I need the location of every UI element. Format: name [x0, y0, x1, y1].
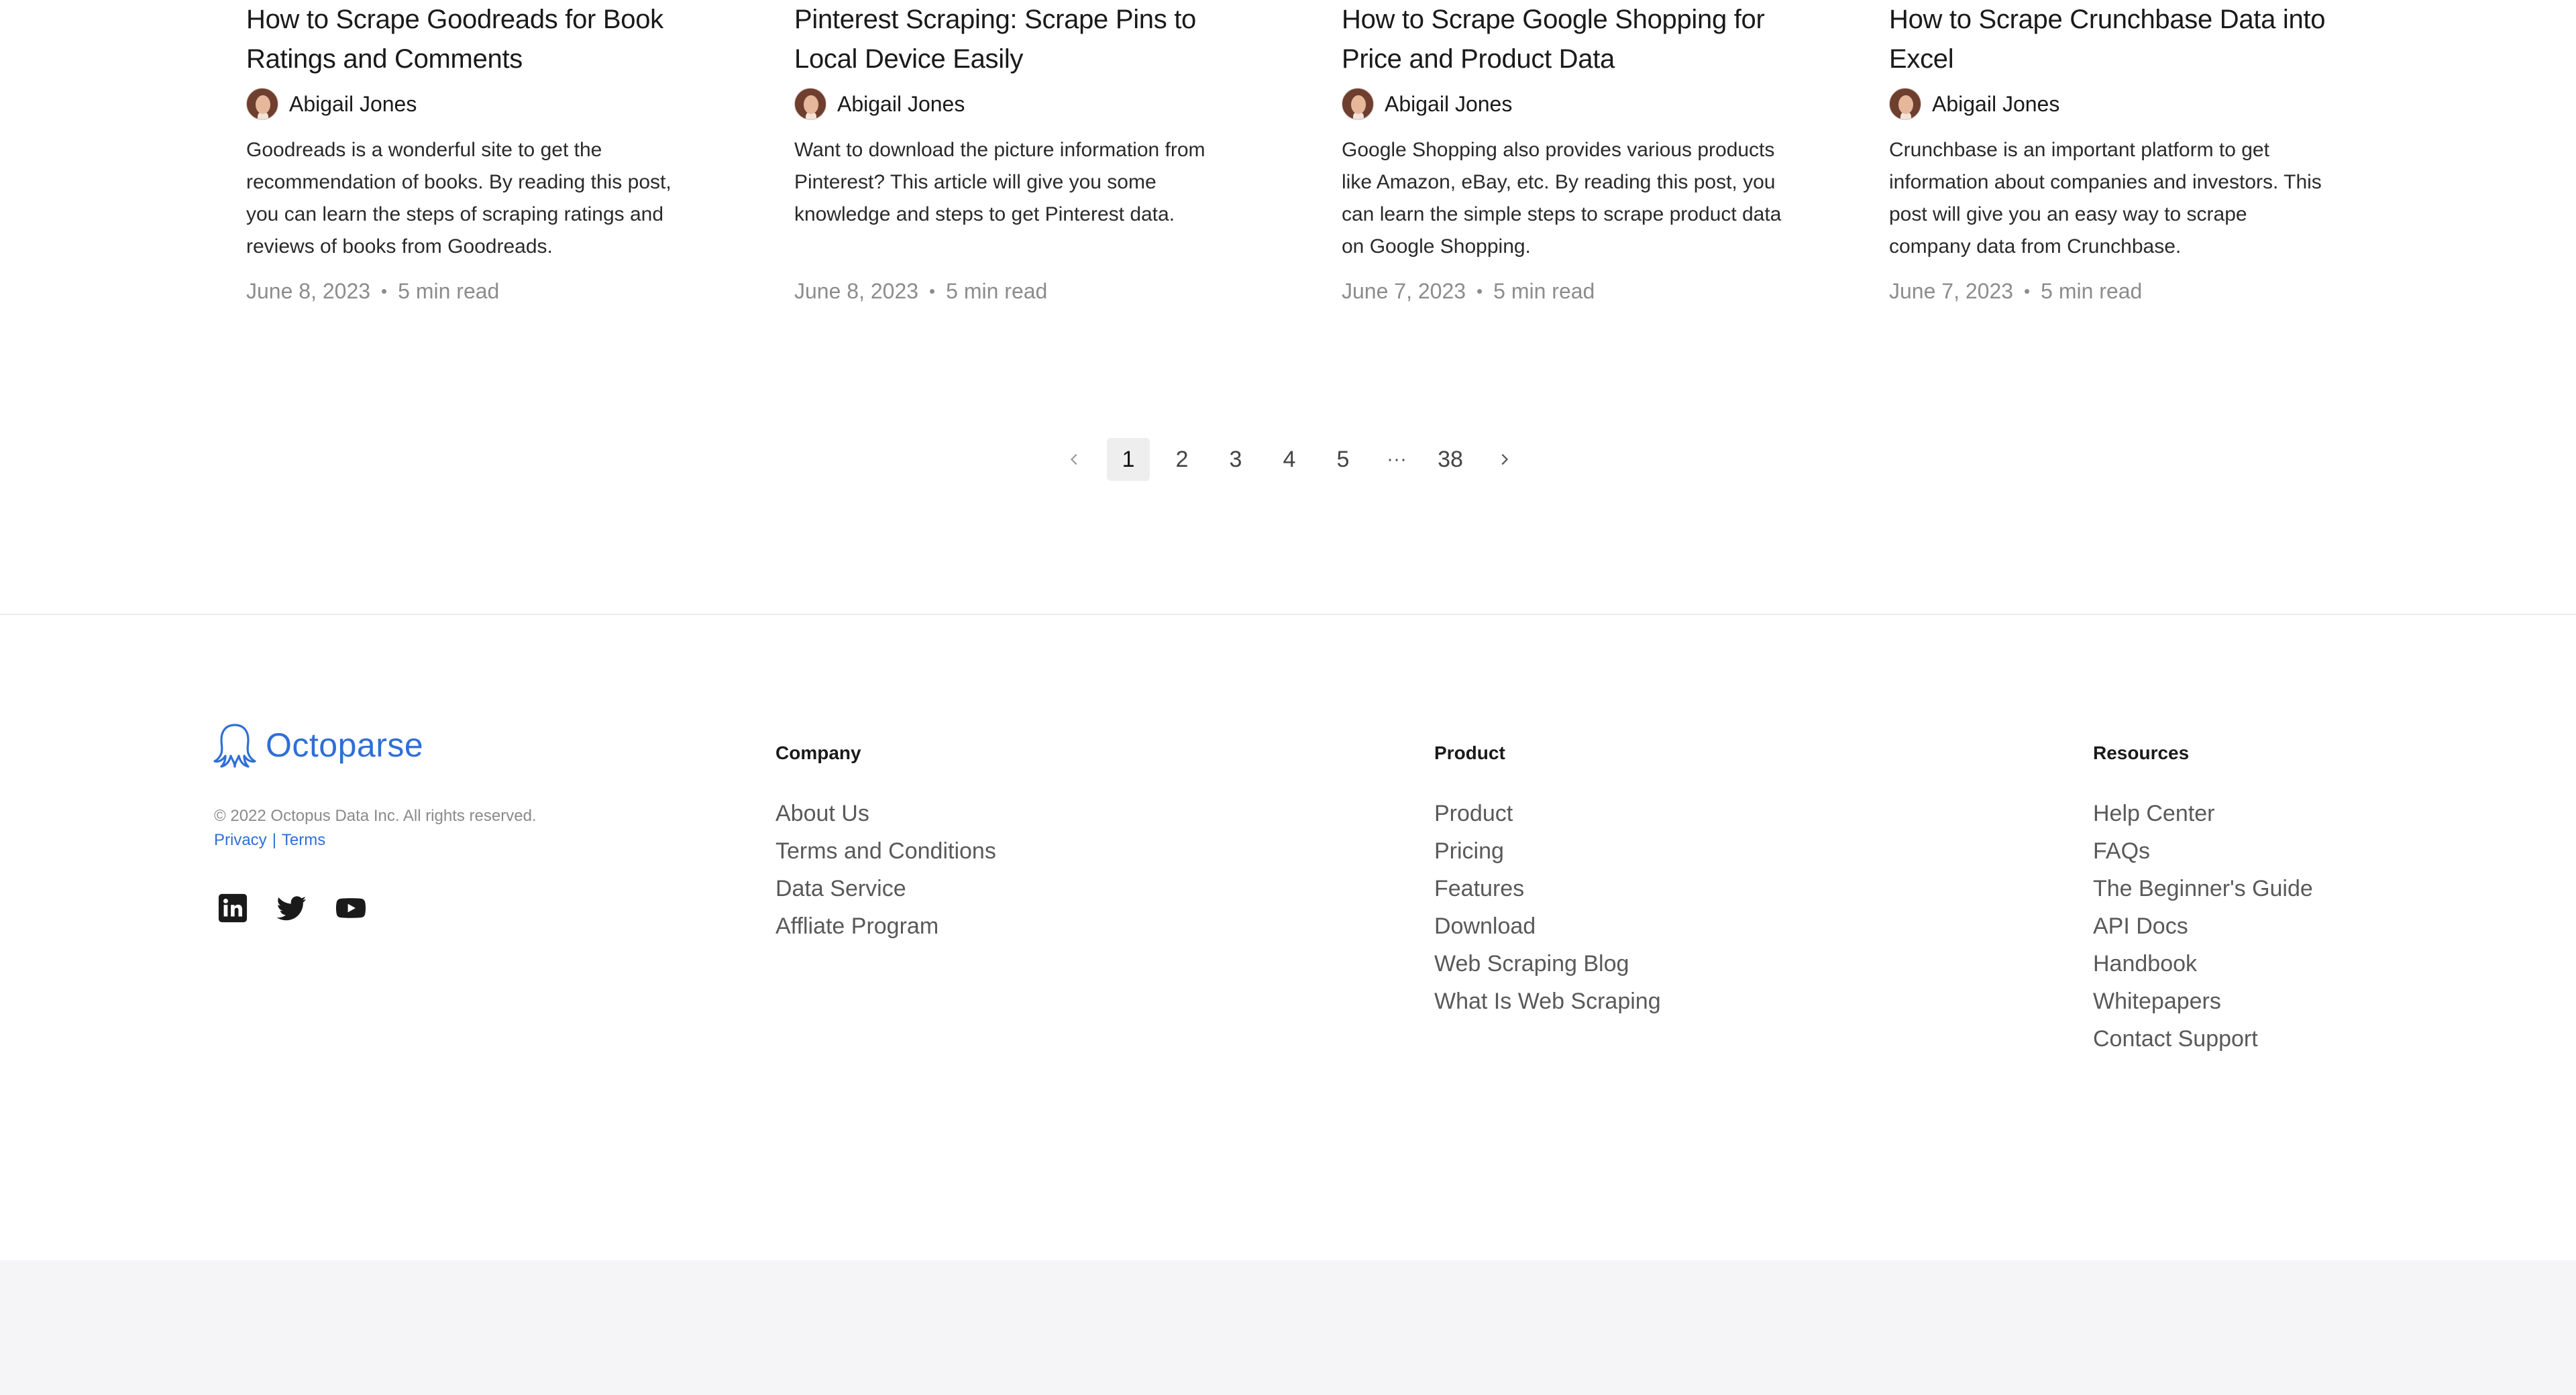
article-author: Abigail Jones [1889, 87, 2332, 121]
article-read-time: 5 min read [2041, 279, 2143, 303]
article-read-time: 5 min read [398, 279, 500, 303]
footer-column-resources: Resources Help Center FAQs The Beginner'… [2093, 742, 2313, 1064]
article-card[interactable]: How to Scrape Goodreads for Book Ratings… [246, 0, 689, 304]
meta-separator: • [1477, 281, 1483, 301]
column-heading: Company [775, 742, 861, 763]
author-avatar [1342, 88, 1374, 120]
author-avatar [794, 88, 826, 120]
page-ellipsis[interactable]: ··· [1375, 438, 1418, 481]
article-meta: June 7, 2023 • 5 min read [1889, 279, 2332, 304]
meta-separator: • [2024, 281, 2031, 301]
article-title[interactable]: How to Scrape Crunchbase Data into Excel [1889, 0, 2332, 79]
social-links [217, 893, 394, 924]
page-4-button[interactable]: 4 [1268, 438, 1311, 481]
copyright-text: © 2022 Octopus Data Inc. All rights rese… [214, 807, 537, 825]
octopus-logo-icon [213, 724, 256, 768]
chevron-right-icon [1501, 453, 1509, 465]
article-meta: June 7, 2023 • 5 min read [1342, 279, 1784, 304]
resources-links: Help Center FAQs The Beginner's Guide AP… [2093, 788, 2313, 1064]
column-heading: Resources [2093, 742, 2190, 763]
article-card[interactable]: How to Scrape Google Shopping for Price … [1342, 0, 1784, 304]
footer-column-company: Company About Us Terms and Conditions Da… [775, 742, 996, 952]
article-title[interactable]: How to Scrape Google Shopping for Price … [1342, 0, 1784, 79]
legal-separator: | [272, 831, 276, 849]
company-links: About Us Terms and Conditions Data Servi… [775, 788, 996, 952]
linkedin-icon[interactable] [217, 893, 248, 924]
footer-link-contact-support[interactable]: Contact Support [2093, 1013, 2313, 1064]
page-last-button[interactable]: 38 [1429, 438, 1472, 481]
article-meta: June 8, 2023 • 5 min read [246, 279, 689, 304]
legal-links: Privacy | Terms [214, 831, 325, 850]
next-page-button[interactable] [1483, 438, 1525, 481]
author-name: Abigail Jones [289, 91, 417, 116]
meta-separator: • [381, 281, 388, 301]
page-bottom-band [0, 1260, 2576, 1395]
footer-brand[interactable]: Octoparse [213, 722, 423, 768]
article-title[interactable]: Pinterest Scraping: Scrape Pins to Local… [794, 0, 1237, 79]
author-avatar [246, 88, 278, 120]
column-heading: Product [1434, 742, 1505, 763]
youtube-icon[interactable] [335, 893, 366, 924]
site-footer: Octoparse © 2022 Octopus Data Inc. All r… [0, 615, 2576, 1260]
article-card[interactable]: Pinterest Scraping: Scrape Pins to Local… [794, 0, 1237, 304]
article-read-time: 5 min read [1493, 279, 1595, 303]
article-excerpt: Google Shopping also provides various pr… [1342, 139, 1782, 258]
product-links: Product Pricing Features Download Web Sc… [1434, 788, 1661, 1027]
author-avatar [1889, 88, 1921, 120]
article-excerpt: Crunchbase is an important platform to g… [1889, 139, 2322, 258]
page-1-button[interactable]: 1 [1107, 438, 1150, 481]
article-date: June 7, 2023 [1342, 279, 1466, 303]
page-5-button[interactable]: 5 [1322, 438, 1364, 481]
author-name: Abigail Jones [837, 91, 965, 116]
footer-link-what-is-web-scraping[interactable]: What Is Web Scraping [1434, 976, 1661, 1027]
pagination: 1 2 3 4 5 ··· 38 [1053, 438, 1536, 481]
article-grid: How to Scrape Goodreads for Book Ratings… [0, 0, 2576, 349]
article-author: Abigail Jones [794, 87, 1237, 121]
article-excerpt: Want to download the picture information… [794, 139, 1205, 225]
terms-link[interactable]: Terms [282, 831, 325, 850]
author-name: Abigail Jones [1932, 91, 2060, 116]
page-3-button[interactable]: 3 [1214, 438, 1257, 481]
article-date: June 7, 2023 [1889, 279, 2014, 303]
article-meta: June 8, 2023 • 5 min read [794, 279, 1237, 304]
article-date: June 8, 2023 [246, 279, 371, 303]
footer-column-product: Product Product Pricing Features Downloa… [1434, 742, 1661, 1027]
article-title[interactable]: How to Scrape Goodreads for Book Ratings… [246, 0, 689, 79]
article-author: Abigail Jones [1342, 87, 1784, 121]
meta-separator: • [929, 281, 936, 301]
article-date: June 8, 2023 [794, 279, 919, 303]
prev-page-button[interactable] [1053, 438, 1096, 481]
brand-name: Octoparse [266, 726, 424, 764]
article-card[interactable]: How to Scrape Crunchbase Data into Excel… [1889, 0, 2332, 304]
chevron-left-icon [1070, 453, 1077, 465]
article-excerpt: Goodreads is a wonderful site to get the… [246, 139, 672, 258]
author-name: Abigail Jones [1385, 91, 1513, 116]
privacy-link[interactable]: Privacy [214, 831, 267, 850]
article-author: Abigail Jones [246, 87, 689, 121]
twitter-icon[interactable] [276, 893, 307, 924]
article-read-time: 5 min read [946, 279, 1048, 303]
page-2-button[interactable]: 2 [1161, 438, 1203, 481]
footer-link-affliate-program[interactable]: Affliate Program [775, 901, 996, 952]
